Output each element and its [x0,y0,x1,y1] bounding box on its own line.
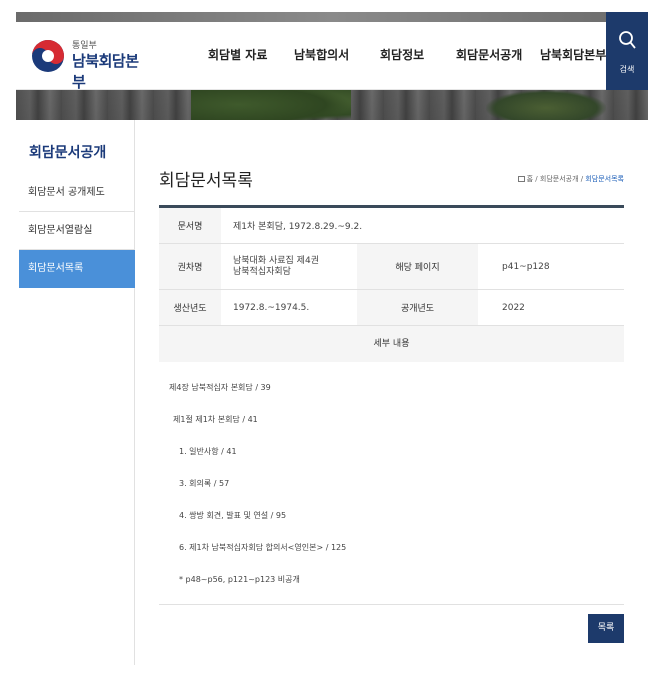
volume-label: 권차명 [159,244,221,289]
volume-value-line1: 남북대화 사료집 제4권 [233,255,319,266]
detail-line: * p48~p56, p121~p123 비공개 [179,575,300,584]
detail-line: 제1절 제1차 본회담 / 41 [173,415,258,424]
sidebar-item-disclosure-system[interactable]: 회담문서 공개제도 [19,174,135,212]
volume-value-line2: 남북적십자회담 [233,266,291,277]
produced-label: 생산년도 [159,290,221,325]
breadcrumb: 홈 / 회담문서공개 / 회담문서목록 [517,174,624,184]
menu-headquarters[interactable]: 남북회담본부 [540,46,606,63]
breadcrumb-home[interactable]: 홈 [527,175,533,183]
taegeuk-logo-icon [32,40,64,72]
doc-name-label: 문서명 [159,208,221,243]
detail-line: 1. 일반사항 / 41 [179,447,237,456]
list-button[interactable]: 목록 [588,614,624,643]
detail-line: 4. 쌍방 회견, 발표 및 연설 / 95 [179,511,287,520]
site-logo[interactable]: 통일부 남북회담본부 [30,36,150,91]
search-icon [619,31,636,49]
menu-agreements[interactable]: 남북합의서 [294,46,349,63]
detail-line: 6. 제1차 남북적십자회담 합의서<영인본> / 125 [179,543,347,552]
sidebar-title: 회담문서공개 [29,145,107,161]
disclosed-label: 공개년도 [357,290,478,325]
detail-line: 3. 회의록 / 57 [179,479,230,488]
page-title: 회담문서목록 [159,171,253,191]
pages-label: 해당 페이지 [357,244,478,289]
detail-line: 제4장 남북적십자 본회담 / 39 [169,383,271,392]
search-button[interactable]: 검색 [606,12,648,90]
table-row: 문서명 제1차 본회담, 1972.8.29.~9.2. [159,208,624,244]
disclosed-value: 2022 [502,302,525,313]
breadcrumb-separator: / [535,175,538,183]
banner-sky [16,12,648,22]
doc-name-value: 제1차 본회담, 1972.8.29.~9.2. [233,222,363,232]
breadcrumb-current: 회담문서목록 [585,175,624,183]
home-icon[interactable] [517,176,525,182]
table-row: 생산년도 1972.8.~1974.5. 공개년도 2022 [159,290,624,326]
banner-trees-right [486,90,606,120]
top-navbar: 통일부 남북회담본부 회담별 자료 남북합의서 회담정보 회담문서공개 남북회담… [16,12,648,91]
breadcrumb-parent[interactable]: 회담문서공개 [540,175,579,183]
produced-value: 1972.8.~1974.5. [233,302,310,313]
sidebar-item-document-list[interactable]: 회담문서목록 [19,250,135,288]
menu-talks-data[interactable]: 회담별 자료 [208,46,267,63]
pages-value: p41~p128 [502,261,550,272]
search-label: 검색 [619,65,635,74]
document-info-table: 문서명 제1차 본회담, 1972.8.29.~9.2. 권차명 남북대화 사료… [159,205,624,362]
detail-section-header: 세부 내용 [159,326,624,362]
sidebar: 회담문서공개 회담문서 공개제도 회담문서열람실 회담문서목록 [19,120,135,665]
menu-document-disclosure[interactable]: 회담문서공개 [456,46,522,63]
table-row: 권차명 남북대화 사료집 제4권 남북적십자회담 해당 페이지 p41~p128 [159,244,624,290]
menu-talks-info[interactable]: 회담정보 [380,46,424,63]
detail-content: 제4장 남북적십자 본회담 / 39 제1절 제1차 본회담 / 41 1. 일… [159,362,624,605]
volume-value: 남북대화 사료집 제4권 남북적십자회담 [221,244,357,289]
logo-site-name: 남북회담본부 [72,52,139,91]
breadcrumb-separator: / [580,175,584,183]
sidebar-item-reading-room[interactable]: 회담문서열람실 [19,212,135,250]
